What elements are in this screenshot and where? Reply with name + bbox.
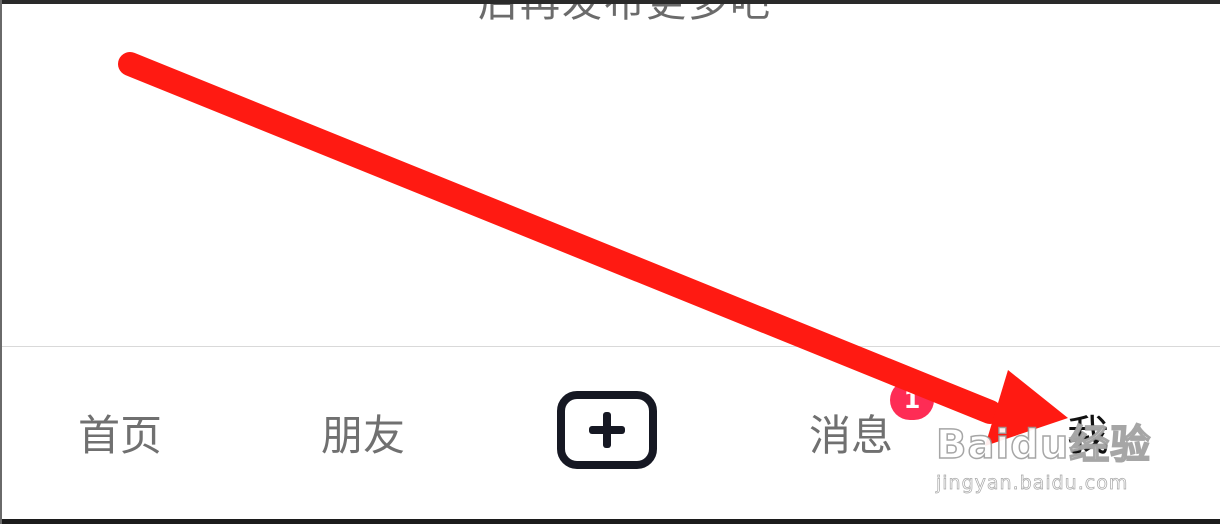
create-button[interactable] xyxy=(557,391,657,469)
app-screen: 后再发布更多吧 首页 朋友 消息 1 我 Baidu经验 jingyan.bai… xyxy=(0,0,1220,524)
content-area xyxy=(0,4,1220,346)
tab-me[interactable]: 我 xyxy=(1067,411,1109,461)
tab-messages[interactable]: 消息 xyxy=(809,411,893,461)
tab-friends[interactable]: 朋友 xyxy=(321,411,405,461)
frame-top-edge xyxy=(0,0,1220,4)
plus-icon xyxy=(589,412,625,448)
tab-home[interactable]: 首页 xyxy=(78,411,162,461)
frame-left-edge xyxy=(0,0,2,524)
frame-bottom-edge xyxy=(0,519,1220,524)
header-partial-text: 后再发布更多吧 xyxy=(478,0,772,26)
bottom-tab-bar: 首页 朋友 消息 1 我 xyxy=(0,346,1220,520)
messages-badge: 1 xyxy=(890,380,934,420)
